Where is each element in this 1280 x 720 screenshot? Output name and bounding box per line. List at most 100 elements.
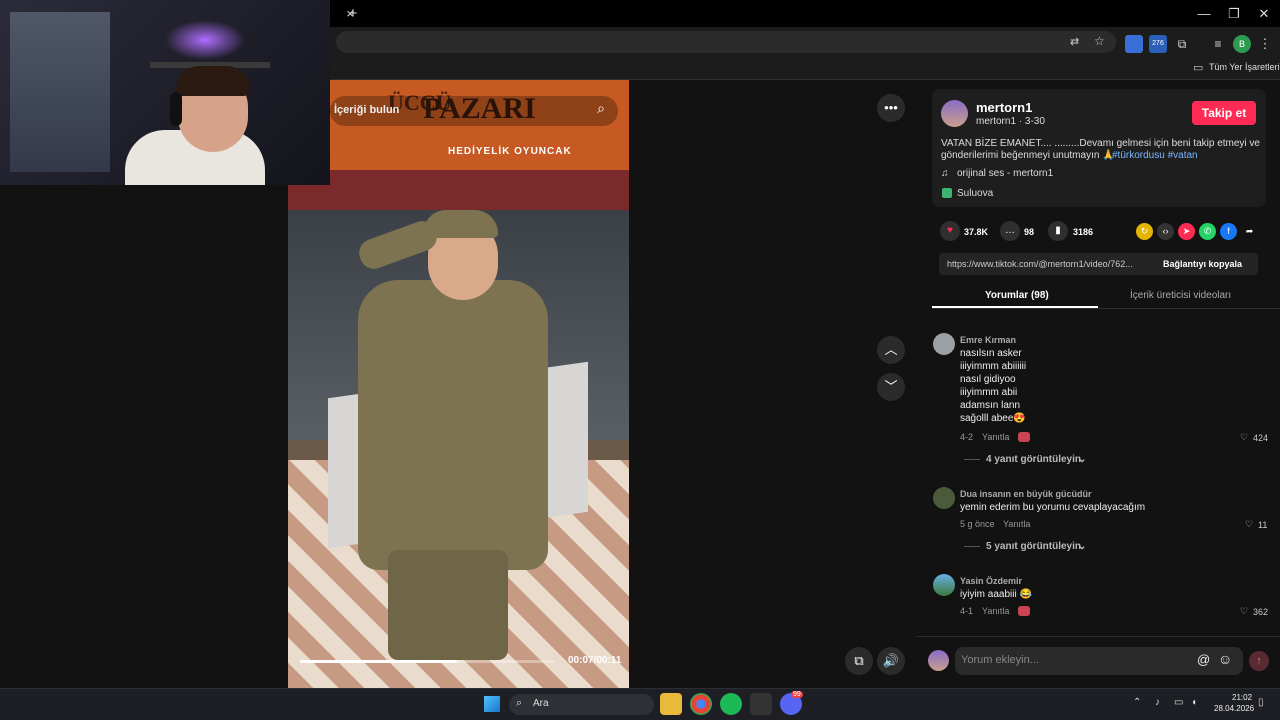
comment-avatar[interactable] xyxy=(933,574,955,596)
search-icon: ⌕ xyxy=(516,697,523,709)
tab-comments[interactable]: Yorumlar (98) xyxy=(985,290,1049,301)
caption-line-2: gönderilerimi beğenmeyi unutmayın 🙏 xyxy=(941,150,1115,161)
comment-author[interactable]: Yasin Özdemir xyxy=(960,576,1022,586)
comment-like-icon[interactable]: ♡ xyxy=(1245,519,1253,530)
reply-button[interactable]: Yanıtla xyxy=(982,432,1009,442)
spotify-icon[interactable] xyxy=(720,693,742,715)
mention-icon[interactable]: @ xyxy=(1197,652,1210,667)
caption-line-1: VATAN BİZE EMANET.... .........Devamı ge… xyxy=(941,138,1260,149)
extension-counter-icon[interactable]: 276 xyxy=(1149,35,1167,53)
send-comment-button[interactable]: ↑ xyxy=(1249,651,1269,671)
clock-time[interactable]: 21:02 xyxy=(1232,693,1252,702)
location-name[interactable]: Suluova xyxy=(957,188,993,199)
follow-button[interactable]: Takip et xyxy=(1192,101,1256,125)
extensions-puzzle-icon[interactable]: ⧉ xyxy=(1173,35,1191,53)
address-bar[interactable]: ⇄ ☆ xyxy=(336,31,1116,53)
comment-avatar[interactable] xyxy=(933,333,955,355)
comment-like-count: 11 xyxy=(1258,520,1268,530)
video-search-placeholder: İçeriği bulun xyxy=(334,104,400,116)
comment-line: nasılsın asker xyxy=(960,348,1022,359)
more-options-button[interactable]: ••• xyxy=(877,94,905,122)
comment-like-icon[interactable]: ♡ xyxy=(1240,606,1248,617)
video-url[interactable]: https://www.tiktok.com/@mertorn1/video/7… xyxy=(947,259,1133,269)
video-player[interactable]: ÜCCÜ PAZARI HEDİYELİK OYUNCAK İçeriği bu… xyxy=(288,80,629,688)
soldier-legs xyxy=(388,550,508,660)
copy-link-button[interactable]: Bağlantıyı kopyala xyxy=(1163,259,1242,269)
creator-avatar[interactable] xyxy=(941,100,968,127)
headset-icon xyxy=(170,92,182,126)
facebook-icon[interactable]: f xyxy=(1220,223,1237,240)
emoji-icon[interactable]: ☺ xyxy=(1218,651,1232,667)
microphone-icon[interactable]: ♪ xyxy=(1155,697,1160,708)
extension-icon[interactable] xyxy=(1125,35,1143,53)
comment-date: 4-2 xyxy=(960,432,974,442)
clock-date[interactable]: 28.04.2026 xyxy=(1214,704,1254,713)
search-icon[interactable]: ⌕ xyxy=(590,100,612,122)
profile-avatar[interactable]: B xyxy=(1233,35,1251,53)
webcam-window-bg xyxy=(10,12,110,172)
repost-icon[interactable]: ↻ xyxy=(1136,223,1153,240)
comment-input[interactable]: Yorum ekleyin... @ ☺ xyxy=(955,647,1243,675)
comment-like-icon[interactable]: ♡ xyxy=(1240,432,1248,443)
comment-line: iiiyimmm abiiiiii xyxy=(960,361,1027,372)
comment-author[interactable]: Emre Kırman xyxy=(960,335,1016,345)
chrome-icon[interactable] xyxy=(690,693,712,715)
tray-chevron-icon[interactable]: ⌃ xyxy=(1133,697,1141,708)
previous-video-button[interactable]: ︿ xyxy=(877,336,905,364)
all-bookmarks-link[interactable]: Tüm Yer İşaretleri xyxy=(1209,62,1280,72)
video-progress-fill xyxy=(300,660,458,663)
video-progress-bar[interactable] xyxy=(300,660,554,663)
speaker-icon[interactable]: ◖ xyxy=(1191,697,1197,708)
share-arrow-icon[interactable]: ➦ xyxy=(1241,223,1258,240)
tab-creator-videos[interactable]: İçerik üreticisi videoları xyxy=(1130,290,1231,301)
pip-button[interactable]: ⧉ xyxy=(845,647,873,675)
notification-icon[interactable]: ▯ xyxy=(1258,697,1264,708)
comment-line: adamsın lann xyxy=(960,400,1021,411)
app-icon[interactable] xyxy=(750,693,772,715)
view-replies-button[interactable]: 4 yanıt görüntüleyin xyxy=(986,454,1081,465)
comment-line: iiiyimmm abii xyxy=(960,387,1018,398)
translate-icon[interactable]: ⇄ xyxy=(1070,35,1079,48)
caption-hashtags[interactable]: #türkordusu #vatan xyxy=(1112,150,1198,161)
comment-author[interactable]: Dua insanın en büyük gücüdür xyxy=(960,489,1092,499)
file-explorer-icon[interactable] xyxy=(660,693,682,715)
restore-button[interactable]: ❐ xyxy=(1217,0,1251,27)
replies-divider xyxy=(964,459,980,460)
new-tab-button[interactable]: + xyxy=(343,0,363,27)
like-icon[interactable]: ♥ xyxy=(940,221,960,241)
embed-icon[interactable]: ‹› xyxy=(1157,223,1174,240)
soldier-figure xyxy=(358,280,548,570)
reaction-icon xyxy=(1018,432,1030,442)
comment-line: iyiyim aaabiii 😂 xyxy=(960,589,1032,600)
bookmark-icon[interactable]: ▮ xyxy=(1048,221,1068,241)
bookmark-star-icon[interactable]: ☆ xyxy=(1094,34,1105,48)
user-avatar[interactable] xyxy=(928,650,949,671)
active-tab-indicator xyxy=(932,306,1098,308)
windows-start-icon[interactable] xyxy=(484,696,500,712)
whatsapp-icon[interactable]: ✆ xyxy=(1199,223,1216,240)
reply-button[interactable]: Yanıtla xyxy=(982,606,1009,616)
sound-name[interactable]: orijinal ses - mertorn1 xyxy=(957,168,1053,179)
creator-username[interactable]: mertorn1 xyxy=(976,100,1032,115)
comment-input-placeholder: Yorum ekleyin... xyxy=(961,654,1039,666)
comment-icon[interactable]: … xyxy=(1000,221,1020,241)
webcam-purple-light xyxy=(165,20,245,60)
menu-kebab-icon[interactable]: ⋮ xyxy=(1256,35,1274,53)
comment-line: yemin ederim bu yorumu cevaplayacağım xyxy=(960,502,1146,513)
close-window-button[interactable]: ✕ xyxy=(1247,0,1280,27)
reply-button[interactable]: Yanıtla xyxy=(1003,519,1030,529)
video-time: 00:07/00:11 xyxy=(568,655,622,666)
next-video-button[interactable]: ﹀ xyxy=(877,373,905,401)
comment-date: 4-1 xyxy=(960,606,974,616)
view-replies-button[interactable]: 5 yanıt görüntüleyin xyxy=(986,541,1081,552)
taskbar-search-label: Ara xyxy=(533,698,549,709)
webcam-person-hair xyxy=(176,66,250,96)
minimize-button[interactable]: — xyxy=(1187,0,1221,27)
save-count: 3186 xyxy=(1073,227,1094,237)
comment-avatar[interactable] xyxy=(933,487,955,509)
volume-button[interactable]: 🔊 xyxy=(877,647,905,675)
send-icon[interactable]: ➤ xyxy=(1178,223,1195,240)
network-icon[interactable]: ▭ xyxy=(1174,697,1183,708)
media-control-icon[interactable]: ≡ xyxy=(1209,35,1227,53)
taskbar-search[interactable]: ⌕ Ara xyxy=(509,694,654,715)
